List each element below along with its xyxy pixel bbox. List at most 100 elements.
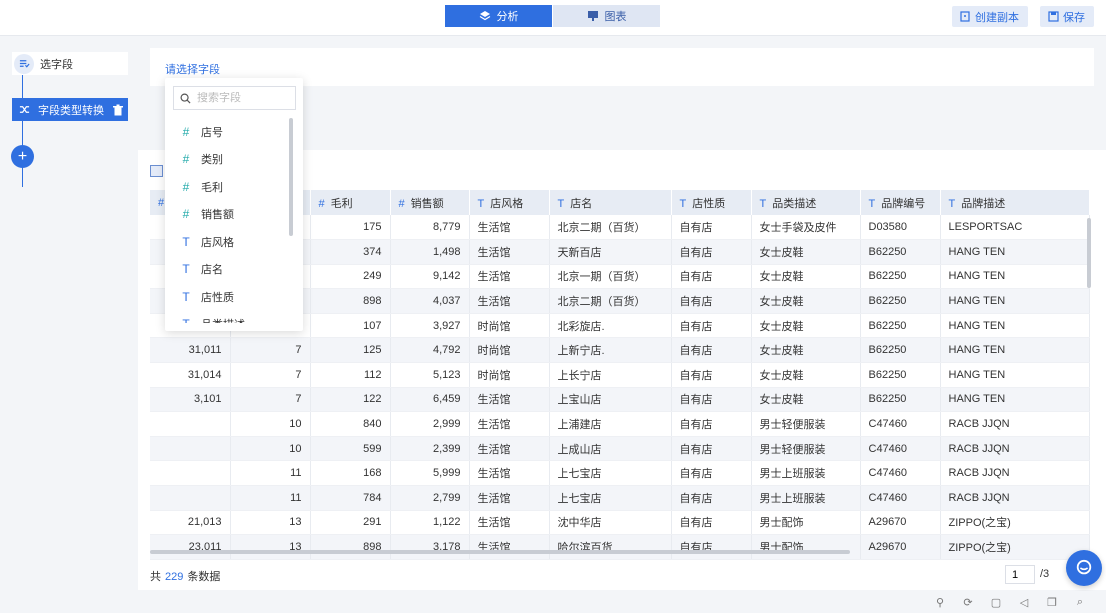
table-cell: B62250: [860, 337, 941, 364]
column-header[interactable]: # 销售额: [390, 190, 470, 215]
table-cell: 生活馆: [469, 215, 550, 241]
column-header[interactable]: T 店名: [549, 190, 672, 215]
table-cell: 8,779: [390, 215, 470, 241]
trash-icon[interactable]: ▢: [990, 596, 1002, 609]
table-cell: 112: [310, 362, 391, 388]
table-cell: 自有店: [671, 387, 752, 413]
bottom-toolbar: ⚲ ⟳ ▢ ◁ ❐ ⌕: [0, 591, 1106, 613]
window-icon[interactable]: ❐: [1046, 596, 1058, 609]
table-cell: 31,011: [150, 337, 231, 364]
table-cell: ZIPPO(之宝): [940, 534, 1090, 560]
table-cell: C47460: [860, 411, 941, 437]
table-cell: 107: [310, 313, 391, 339]
field-option[interactable]: T 品类描述: [165, 311, 289, 323]
tab-analysis[interactable]: 分析: [445, 5, 552, 27]
field-option-label: 店风格: [201, 236, 234, 249]
select-field-link[interactable]: 请选择字段: [165, 61, 220, 77]
horizontal-scrollbar[interactable]: [150, 550, 850, 554]
audio-icon[interactable]: ◁: [1018, 596, 1030, 609]
field-dropdown: # 店号 # 类别 # 毛利 # 销售额 T 店风格 T 店名 T 店性质 T 品类描述: [165, 78, 303, 331]
table-cell: RACB JJQN: [940, 436, 1090, 462]
field-option[interactable]: T 店名: [165, 256, 289, 284]
table-cell: HANG TEN: [940, 387, 1090, 413]
table-cell: 女士皮鞋: [751, 387, 861, 413]
field-option[interactable]: # 销售额: [165, 201, 289, 229]
table-row: 31,011 7 125 4,792 时尚馆 上新宁店. 自有店 女士皮鞋 B62250 HANG…: [150, 337, 1090, 364]
column-header[interactable]: T 店风格: [469, 190, 550, 215]
step-select-fields[interactable]: 选字段: [12, 52, 128, 75]
field-list: # 店号 # 类别 # 毛利 # 销售额 T 店风格 T 店名 T 店性质 T 品类描述: [165, 118, 289, 323]
field-option[interactable]: # 店号: [165, 118, 289, 146]
table-cell: [150, 460, 231, 487]
table-cell: RACB JJQN: [940, 485, 1090, 511]
text-type-icon: T: [182, 234, 190, 249]
vertical-scrollbar[interactable]: [1087, 218, 1091, 288]
table-cell: 生活馆: [469, 436, 550, 462]
table-cell: 上长宁店: [549, 362, 672, 388]
table-cell: 3,927: [390, 313, 470, 339]
table-cell: B62250: [860, 239, 941, 265]
tab-chart[interactable]: 图表: [553, 5, 660, 27]
table-cell: 31,014: [150, 362, 231, 388]
field-option[interactable]: T 店风格: [165, 228, 289, 256]
step-field-type-convert[interactable]: 字段类型转换: [12, 98, 128, 121]
table-cell: 北京二期（百货）: [549, 215, 672, 241]
column-header[interactable]: T 品牌编号: [860, 190, 941, 215]
table-cell: 沈中华店: [549, 510, 672, 536]
add-step-button[interactable]: +: [11, 145, 34, 168]
table-row: 10 599 2,399 生活馆 上成山店 自有店 男士轻便服装 C47460 RACB JJQ…: [150, 436, 1090, 462]
field-option[interactable]: # 毛利: [165, 173, 289, 201]
number-type-icon: #: [182, 207, 190, 222]
table-cell: 北京一期（百货）: [549, 264, 672, 290]
field-option-label: 店号: [201, 126, 223, 139]
table-cell: 自有店: [671, 534, 752, 560]
create-copy-button[interactable]: 创建副本: [952, 6, 1028, 27]
column-header[interactable]: T 品类描述: [751, 190, 861, 215]
table-cell: 3,178: [390, 534, 470, 560]
table-cell: HANG TEN: [940, 313, 1090, 339]
table-cell: 自有店: [671, 215, 752, 241]
table-cell: 天新百店: [549, 239, 672, 265]
save-label: 保存: [1063, 11, 1085, 24]
layers-icon: [479, 11, 490, 21]
column-header[interactable]: # 毛利: [310, 190, 391, 215]
table-cell: 840: [310, 411, 391, 437]
refresh-icon[interactable]: ⟳: [962, 596, 974, 609]
field-option[interactable]: # 类别: [165, 146, 289, 174]
table-cell: 自有店: [671, 510, 752, 536]
save-button[interactable]: 保存: [1040, 6, 1094, 27]
search-icon[interactable]: ⌕: [1074, 596, 1086, 608]
column-header[interactable]: T 店性质: [671, 190, 752, 215]
pin-icon[interactable]: ⚲: [934, 596, 946, 609]
column-header[interactable]: T 品牌描述: [940, 190, 1090, 215]
copy-icon: [960, 11, 970, 22]
table-cell: 10: [230, 411, 311, 437]
table-cell: ZIPPO(之宝): [940, 510, 1090, 536]
table-cell: 女士皮鞋: [751, 288, 861, 314]
step-connector: [22, 67, 23, 187]
field-search-box[interactable]: [173, 86, 296, 110]
dropdown-scrollbar[interactable]: [289, 118, 293, 236]
table-cell: 7: [230, 387, 311, 413]
page-total: /3: [1040, 568, 1050, 580]
table-cell: 女士皮鞋: [751, 313, 861, 339]
text-type-icon: T: [181, 317, 191, 323]
support-chat-button[interactable]: [1066, 550, 1102, 586]
table-icon: [150, 165, 163, 177]
table-cell: 上成山店: [549, 436, 672, 462]
table-cell: 男士上班服装: [751, 485, 861, 511]
table-cell: 北京二期（百货）: [549, 288, 672, 314]
table-cell: 上七宝店: [549, 485, 672, 511]
table-cell: 5,123: [390, 362, 470, 388]
table-cell: 男士配饰: [751, 510, 861, 536]
trash-icon[interactable]: [112, 104, 124, 116]
field-search-input[interactable]: [197, 92, 292, 104]
table-cell: 生活馆: [469, 534, 550, 560]
table-cell: 女士手袋及皮件: [751, 215, 861, 241]
table-cell: [150, 436, 231, 462]
page-number-input[interactable]: [1005, 565, 1035, 584]
table-row: 21,013 13 291 1,122 生活馆 沈中华店 自有店 男士配饰 A29670 ZIPP…: [150, 510, 1090, 536]
table-row: 11 168 5,999 生活馆 上七宝店 自有店 男士上班服装 C47460 RACB JJQ…: [150, 460, 1090, 487]
field-option[interactable]: T 店性质: [165, 283, 289, 311]
table-cell: B62250: [860, 264, 941, 290]
